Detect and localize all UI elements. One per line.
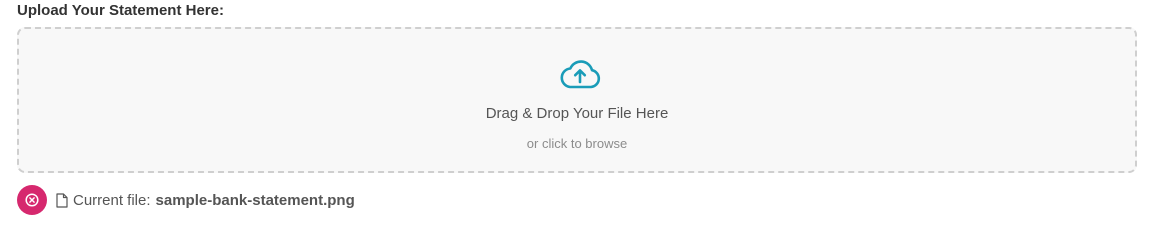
current-file-name: sample-bank-statement.png [155, 191, 355, 209]
current-file-label: Current file: [73, 191, 151, 209]
dropzone-title: Drag & Drop Your File Here [485, 105, 669, 122]
document-icon [56, 192, 68, 208]
file-dropzone[interactable]: Drag & Drop Your File Here or click to b… [17, 27, 1137, 173]
cloud-upload-icon [560, 60, 601, 89]
current-file-row: Current file: sample-bank-statement.png [17, 185, 355, 215]
dropzone-browse-hint: or click to browse [526, 136, 628, 151]
remove-file-button[interactable] [17, 185, 47, 215]
upload-label: Upload Your Statement Here: [17, 2, 224, 19]
remove-circle-icon [25, 193, 39, 207]
